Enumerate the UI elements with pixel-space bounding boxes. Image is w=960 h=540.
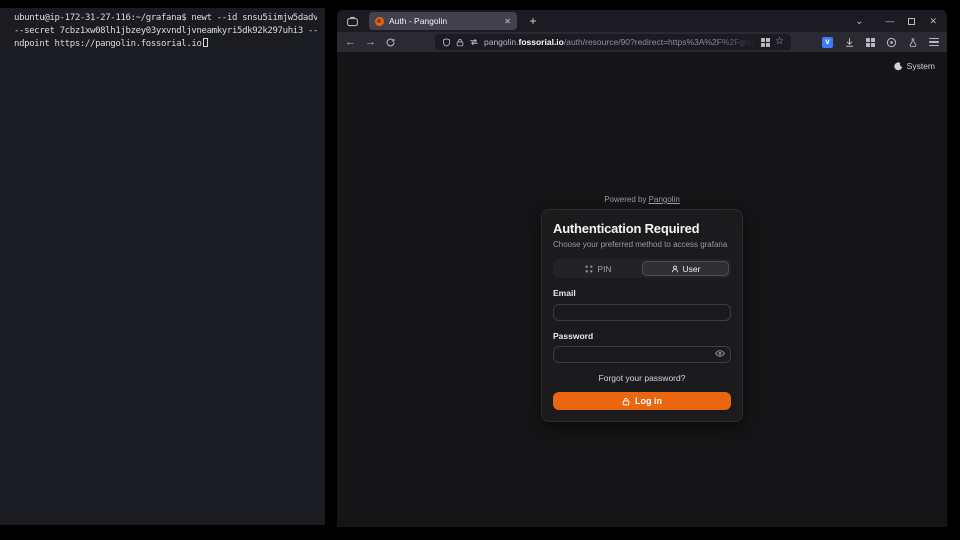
downloads-icon[interactable]: [844, 37, 855, 48]
card-title: Authentication Required: [553, 221, 731, 236]
page-content: System Powered by Pangolin Authenticatio…: [337, 52, 947, 527]
terminal-line: ubuntu@ip-172-31-27-116:~/grafana$ newt …: [14, 12, 317, 25]
padlock-icon[interactable]: [456, 38, 464, 47]
new-tab-button[interactable]: +: [525, 14, 541, 28]
urlbar-grid-icon[interactable]: [761, 38, 770, 47]
browser-window: Auth - Pangolin ✕ + ⌄ — ✕ ← →: [337, 10, 947, 527]
tab-pin[interactable]: PIN: [555, 261, 642, 276]
email-field[interactable]: [553, 304, 731, 321]
window-controls: ⌄ — ✕: [855, 16, 941, 27]
password-field[interactable]: [553, 346, 731, 363]
login-button[interactable]: Log in: [553, 392, 731, 410]
forward-button[interactable]: →: [365, 37, 376, 48]
toolbar-right: v: [822, 37, 939, 48]
close-window-button[interactable]: ✕: [929, 16, 937, 27]
terminal-line: ndpoint https://pangolin.fossorial.io: [14, 38, 317, 51]
flask-extension-icon[interactable]: [908, 37, 918, 48]
blue-extension-icon[interactable]: v: [822, 37, 833, 48]
maximize-button[interactable]: [908, 18, 915, 25]
back-button[interactable]: ←: [345, 37, 356, 48]
firefox-view-icon[interactable]: [343, 12, 361, 30]
theme-toggle-label: System: [907, 61, 935, 71]
browser-tab-bar: Auth - Pangolin ✕ + ⌄ — ✕: [337, 10, 947, 32]
url-text: pangolin.fossorial.io/auth/resource/90?r…: [484, 37, 756, 47]
auth-card: Authentication Required Choose your pref…: [541, 209, 743, 422]
tab-pin-label: PIN: [597, 264, 611, 274]
user-icon: [671, 265, 679, 273]
card-subtitle: Choose your preferred method to access g…: [553, 240, 731, 249]
password-label: Password: [553, 331, 731, 341]
browser-nav-bar: ← → pangolin.: [337, 32, 947, 52]
tracking-protection-shield-icon[interactable]: [442, 38, 451, 47]
tab-title: Auth - Pangolin: [389, 16, 499, 26]
terminal-line: --secret 7cbz1xw08lh1jbzey03yxvndljvneam…: [14, 25, 317, 38]
email-label: Email: [553, 288, 731, 298]
list-all-tabs-icon[interactable]: ⌄: [855, 16, 863, 27]
pangolin-brand-link[interactable]: Pangolin: [649, 195, 680, 204]
tab-user[interactable]: User: [642, 261, 729, 276]
permissions-arrows-icon[interactable]: [469, 38, 479, 46]
extensions-grid-icon[interactable]: [866, 38, 875, 47]
terminal-cursor: [203, 38, 208, 47]
reload-icon[interactable]: [385, 37, 396, 48]
login-button-label: Log in: [635, 396, 662, 406]
forgot-password-link[interactable]: Forgot your password?: [553, 373, 731, 383]
circle-dot-icon[interactable]: [886, 37, 897, 48]
tab-close-icon[interactable]: ✕: [504, 17, 511, 26]
auth-method-tabs: PIN User: [553, 259, 731, 278]
keypad-icon: [585, 265, 593, 273]
menu-hamburger-icon[interactable]: [929, 38, 939, 46]
tab-user-label: User: [683, 264, 701, 274]
login-lock-icon: [622, 397, 630, 406]
auth-section: Powered by Pangolin Authentication Requi…: [541, 195, 743, 422]
minimize-button[interactable]: —: [885, 16, 894, 26]
powered-by: Powered by Pangolin: [541, 195, 743, 204]
show-password-eye-icon[interactable]: [715, 349, 725, 358]
pangolin-favicon-icon: [375, 17, 384, 26]
terminal-window[interactable]: ubuntu@ip-172-31-27-116:~/grafana$ newt …: [0, 8, 325, 525]
url-bar[interactable]: pangolin.fossorial.io/auth/resource/90?r…: [435, 34, 791, 50]
moon-icon: [894, 62, 903, 71]
tab-auth-pangolin[interactable]: Auth - Pangolin ✕: [369, 12, 517, 30]
theme-toggle[interactable]: System: [894, 61, 935, 71]
bookmark-star-icon[interactable]: ☆: [775, 37, 784, 47]
